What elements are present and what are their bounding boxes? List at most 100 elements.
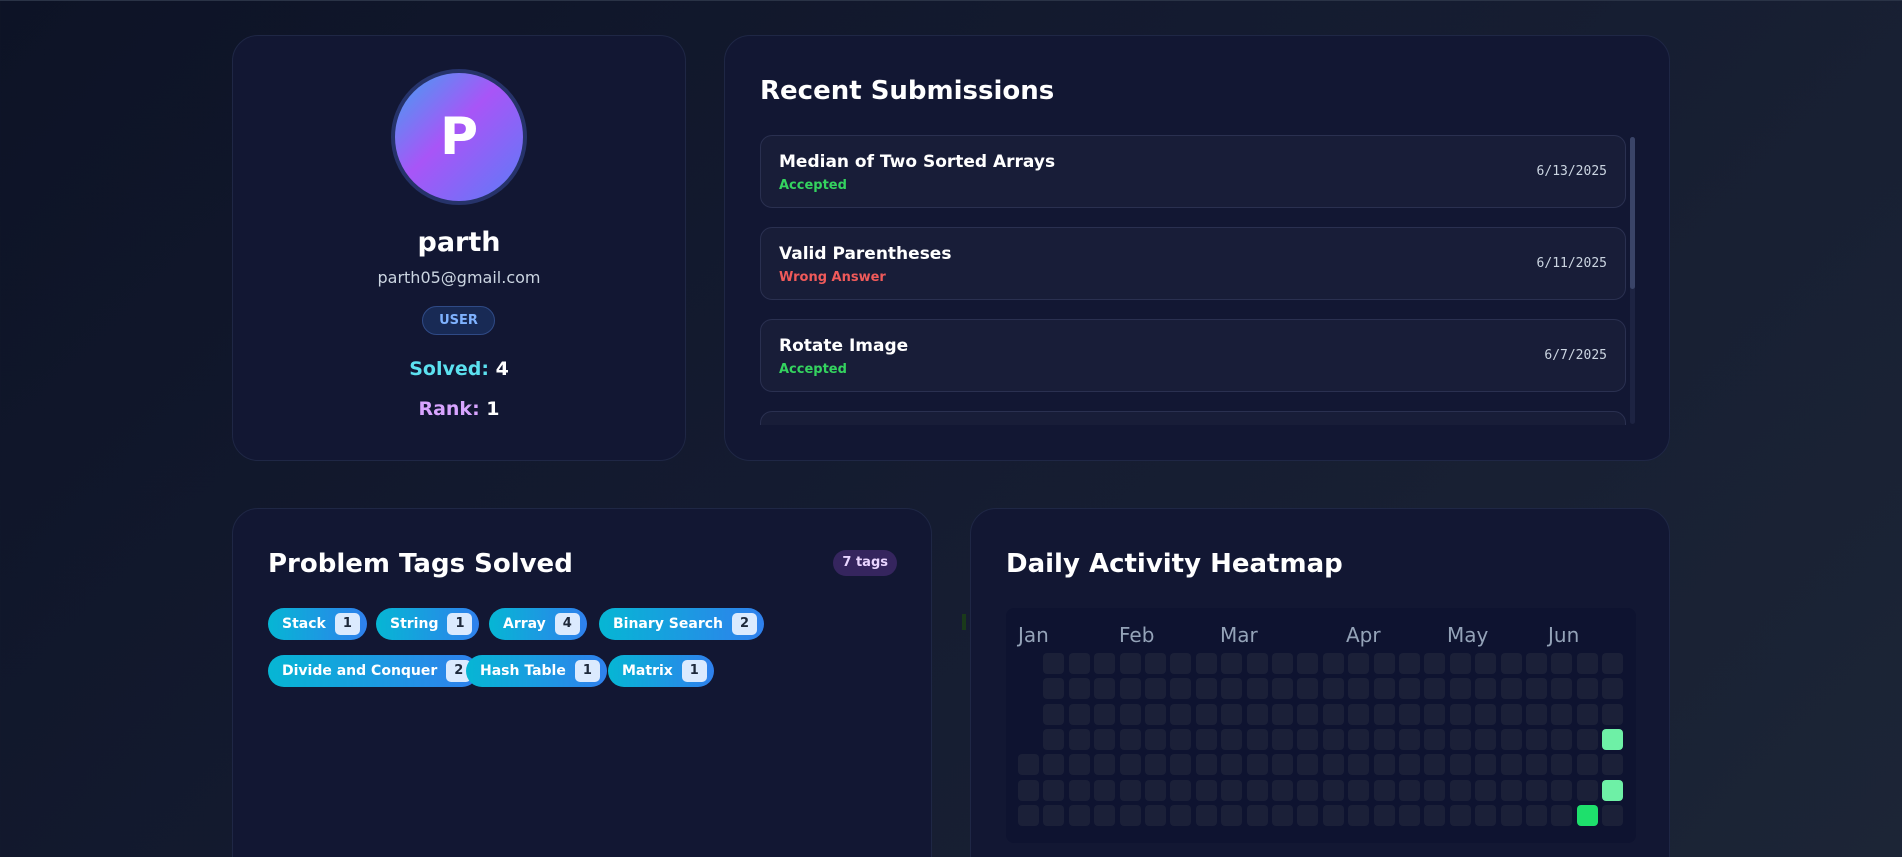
heatmap-day-cell[interactable]	[1094, 754, 1116, 776]
heatmap-day-cell[interactable]	[1475, 703, 1497, 725]
heatmap-day-cell[interactable]	[1119, 804, 1141, 826]
heatmap-day-cell[interactable]	[1602, 779, 1624, 801]
heatmap-day-cell[interactable]	[1068, 703, 1090, 725]
heatmap-day-cell[interactable]	[1399, 653, 1420, 674]
heatmap-day-cell[interactable]	[1551, 779, 1573, 801]
heatmap-day-cell[interactable]	[1322, 678, 1344, 700]
heatmap-day-cell[interactable]	[1526, 678, 1547, 700]
avatar[interactable]: P	[391, 69, 527, 205]
tag-chip-stack[interactable]: Stack 1	[268, 608, 367, 640]
heatmap-day-cell[interactable]	[1094, 703, 1116, 725]
heatmap-day-cell[interactable]	[1322, 728, 1344, 750]
heatmap-day-cell[interactable]	[1322, 754, 1344, 776]
heatmap-day-cell[interactable]	[1119, 779, 1141, 801]
heatmap-day-cell[interactable]	[1475, 653, 1497, 674]
heatmap-day-cell[interactable]	[1399, 728, 1420, 750]
heatmap-day-cell[interactable]	[1449, 653, 1471, 674]
heatmap-day-cell[interactable]	[1322, 653, 1344, 674]
scrollbar-thumb[interactable]	[1630, 137, 1635, 289]
heatmap-day-cell[interactable]	[1475, 728, 1497, 750]
submission-item[interactable]: Rotate Image Accepted 6/7/2025	[760, 319, 1626, 392]
tag-chip-hash-table[interactable]: Hash Table 1	[466, 655, 607, 687]
heatmap-day-cell[interactable]	[1272, 678, 1293, 700]
heatmap-day-cell[interactable]	[1424, 678, 1446, 700]
heatmap-day-cell[interactable]	[1170, 804, 1192, 826]
heatmap-day-cell[interactable]	[1373, 678, 1395, 700]
heatmap-day-cell[interactable]	[1272, 779, 1293, 801]
heatmap-day-cell[interactable]	[1221, 728, 1243, 750]
heatmap-day-cell[interactable]	[1170, 653, 1192, 674]
heatmap-day-cell[interactable]	[1145, 779, 1166, 801]
heatmap-day-cell[interactable]	[1272, 728, 1293, 750]
heatmap-day-cell[interactable]	[1018, 779, 1039, 801]
heatmap-day-cell[interactable]	[1399, 678, 1420, 700]
heatmap-day-cell[interactable]	[1526, 804, 1547, 826]
heatmap-day-cell[interactable]	[1348, 754, 1370, 776]
heatmap-day-cell[interactable]	[1043, 804, 1065, 826]
heatmap-day-cell[interactable]	[1602, 754, 1624, 776]
heatmap-day-cell[interactable]	[1348, 678, 1370, 700]
heatmap-day-cell[interactable]	[1297, 779, 1319, 801]
heatmap-day-cell[interactable]	[1246, 804, 1268, 826]
heatmap-day-cell[interactable]	[1576, 653, 1598, 674]
heatmap-day-cell[interactable]	[1068, 728, 1090, 750]
heatmap-day-cell[interactable]	[1145, 804, 1166, 826]
heatmap-day-cell[interactable]	[1195, 754, 1217, 776]
heatmap-day-cell[interactable]	[1576, 804, 1598, 826]
heatmap-day-cell[interactable]	[1043, 728, 1065, 750]
heatmap-day-cell[interactable]	[1170, 754, 1192, 776]
heatmap-day-cell[interactable]	[1424, 653, 1446, 674]
submission-item[interactable]: Median of Two Sorted Arrays Accepted 6/1…	[760, 135, 1626, 208]
heatmap-day-cell[interactable]	[1373, 754, 1395, 776]
heatmap-day-cell[interactable]	[1094, 779, 1116, 801]
heatmap-day-cell[interactable]	[1221, 678, 1243, 700]
heatmap-day-cell[interactable]	[1145, 678, 1166, 700]
heatmap-day-cell[interactable]	[1195, 678, 1217, 700]
heatmap-day-cell[interactable]	[1526, 779, 1547, 801]
tag-chip-array[interactable]: Array 4	[489, 608, 587, 640]
heatmap-day-cell[interactable]	[1145, 728, 1166, 750]
heatmap-day-cell[interactable]	[1043, 754, 1065, 776]
heatmap-day-cell[interactable]	[1551, 754, 1573, 776]
heatmap-day-cell[interactable]	[1500, 754, 1522, 776]
heatmap-day-cell[interactable]	[1602, 678, 1624, 700]
heatmap-day-cell[interactable]	[1145, 653, 1166, 674]
heatmap-day-cell[interactable]	[1119, 653, 1141, 674]
heatmap-day-cell[interactable]	[1297, 653, 1319, 674]
heatmap-day-cell[interactable]	[1272, 804, 1293, 826]
heatmap-day-cell[interactable]	[1221, 779, 1243, 801]
heatmap-day-cell[interactable]	[1373, 703, 1395, 725]
heatmap-day-cell[interactable]	[1170, 678, 1192, 700]
heatmap-day-cell[interactable]	[1551, 804, 1573, 826]
heatmap-day-cell[interactable]	[1068, 804, 1090, 826]
heatmap-day-cell[interactable]	[1475, 779, 1497, 801]
heatmap-day-cell[interactable]	[1246, 779, 1268, 801]
heatmap-day-cell[interactable]	[1195, 728, 1217, 750]
heatmap-day-cell[interactable]	[1526, 754, 1547, 776]
heatmap-day-cell[interactable]	[1526, 653, 1547, 674]
heatmap-day-cell[interactable]	[1170, 728, 1192, 750]
heatmap-day-cell[interactable]	[1068, 754, 1090, 776]
heatmap-day-cell[interactable]	[1195, 779, 1217, 801]
heatmap-day-cell[interactable]	[1246, 703, 1268, 725]
heatmap-day-cell[interactable]	[1043, 779, 1065, 801]
heatmap-day-cell[interactable]	[1043, 653, 1065, 674]
heatmap-day-cell[interactable]	[1373, 804, 1395, 826]
heatmap-day-cell[interactable]	[1399, 703, 1420, 725]
submission-item[interactable]: Valid Parentheses Wrong Answer 6/11/2025	[760, 227, 1626, 300]
heatmap-day-cell[interactable]	[1576, 728, 1598, 750]
heatmap-day-cell[interactable]	[1399, 779, 1420, 801]
heatmap-day-cell[interactable]	[1043, 703, 1065, 725]
heatmap-day-cell[interactable]	[1297, 754, 1319, 776]
heatmap-day-cell[interactable]	[1449, 804, 1471, 826]
tag-chip-binary-search[interactable]: Binary Search 2	[599, 608, 764, 640]
heatmap-day-cell[interactable]	[1297, 678, 1319, 700]
heatmap-day-cell[interactable]	[1221, 754, 1243, 776]
heatmap-day-cell[interactable]	[1348, 653, 1370, 674]
heatmap-day-cell[interactable]	[1119, 703, 1141, 725]
heatmap-day-cell[interactable]	[1449, 728, 1471, 750]
heatmap-day-cell[interactable]	[1145, 703, 1166, 725]
heatmap-day-cell[interactable]	[1399, 754, 1420, 776]
heatmap-day-cell[interactable]	[1246, 728, 1268, 750]
heatmap-day-cell[interactable]	[1424, 728, 1446, 750]
